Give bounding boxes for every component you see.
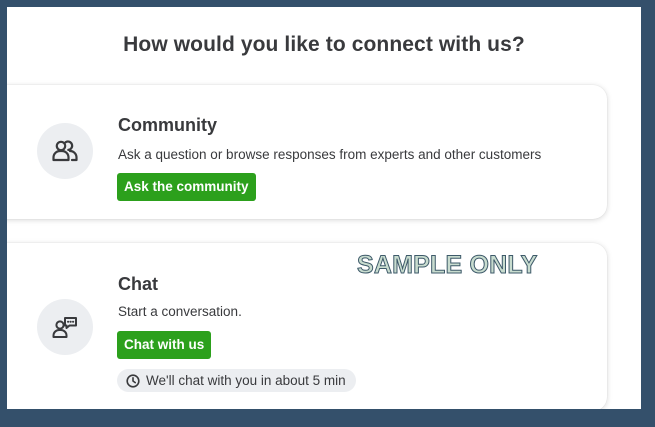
chat-agent-icon	[37, 299, 93, 355]
community-description: Ask a question or browse responses from …	[118, 147, 542, 162]
community-title: Community	[118, 115, 217, 135]
chat-title: Chat	[118, 274, 158, 294]
people-icon	[37, 123, 93, 179]
contact-options-panel: How would you like to connect with us? C…	[7, 7, 641, 409]
chat-with-us-button[interactable]: Chat with us	[117, 331, 212, 359]
page-title: How would you like to connect with us?	[123, 33, 525, 56]
clock-icon	[126, 373, 140, 388]
wait-time-badge: We'll chat with you in about 5 min	[117, 369, 356, 392]
ask-community-button[interactable]: Ask the community	[117, 173, 256, 201]
sample-watermark: SAMPLE ONLY	[356, 251, 538, 280]
chat-description: Start a conversation.	[118, 304, 242, 319]
wait-time-text: We'll chat with you in about 5 min	[146, 373, 346, 388]
community-card: Community Ask a question or browse respo…	[7, 85, 607, 219]
